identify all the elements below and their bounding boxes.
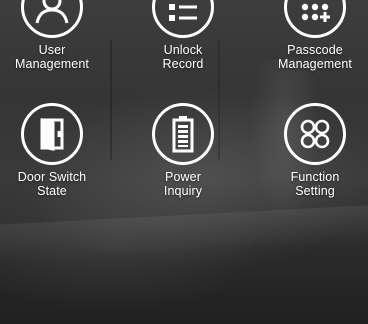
menu-item-label-line2: Record [162, 56, 204, 71]
grid-circles-icon [284, 103, 346, 165]
menu-item-label-line1: Passcode [287, 43, 343, 57]
menu-item-label-line1: User [38, 43, 66, 57]
menu-item-power-inquiry[interactable]: Power Inquiry [128, 103, 238, 198]
list-icon [152, 0, 214, 38]
menu-item-label-line1: Power [165, 170, 201, 184]
menu-item-passcode-management[interactable]: Passcode Management [260, 0, 368, 71]
battery-icon [152, 103, 214, 165]
menu-item-label-line1: Function [290, 170, 340, 184]
user-icon [21, 0, 83, 38]
menu-item-label-line1: Unlock [163, 43, 203, 57]
menu-item-user-management[interactable]: User Management [0, 0, 107, 71]
background-bed [0, 205, 368, 265]
menu-item-function-setting[interactable]: Function Setting [260, 103, 368, 198]
keypad-icon [284, 0, 346, 38]
menu-item-door-switch-state[interactable]: Door Switch State [0, 103, 107, 198]
door-icon [21, 103, 83, 165]
menu-item-unlock-record[interactable]: Unlock Record [128, 0, 238, 71]
menu-item-label-line2: Setting [295, 183, 335, 198]
menu-item-label-line1: Door Switch [17, 170, 87, 184]
menu-item-label-line2: Management [278, 56, 352, 71]
menu-item-label-line2: Management [15, 56, 89, 71]
menu-item-label-line2: Inquiry [163, 183, 203, 198]
menu-item-label-line2: State [37, 183, 67, 198]
